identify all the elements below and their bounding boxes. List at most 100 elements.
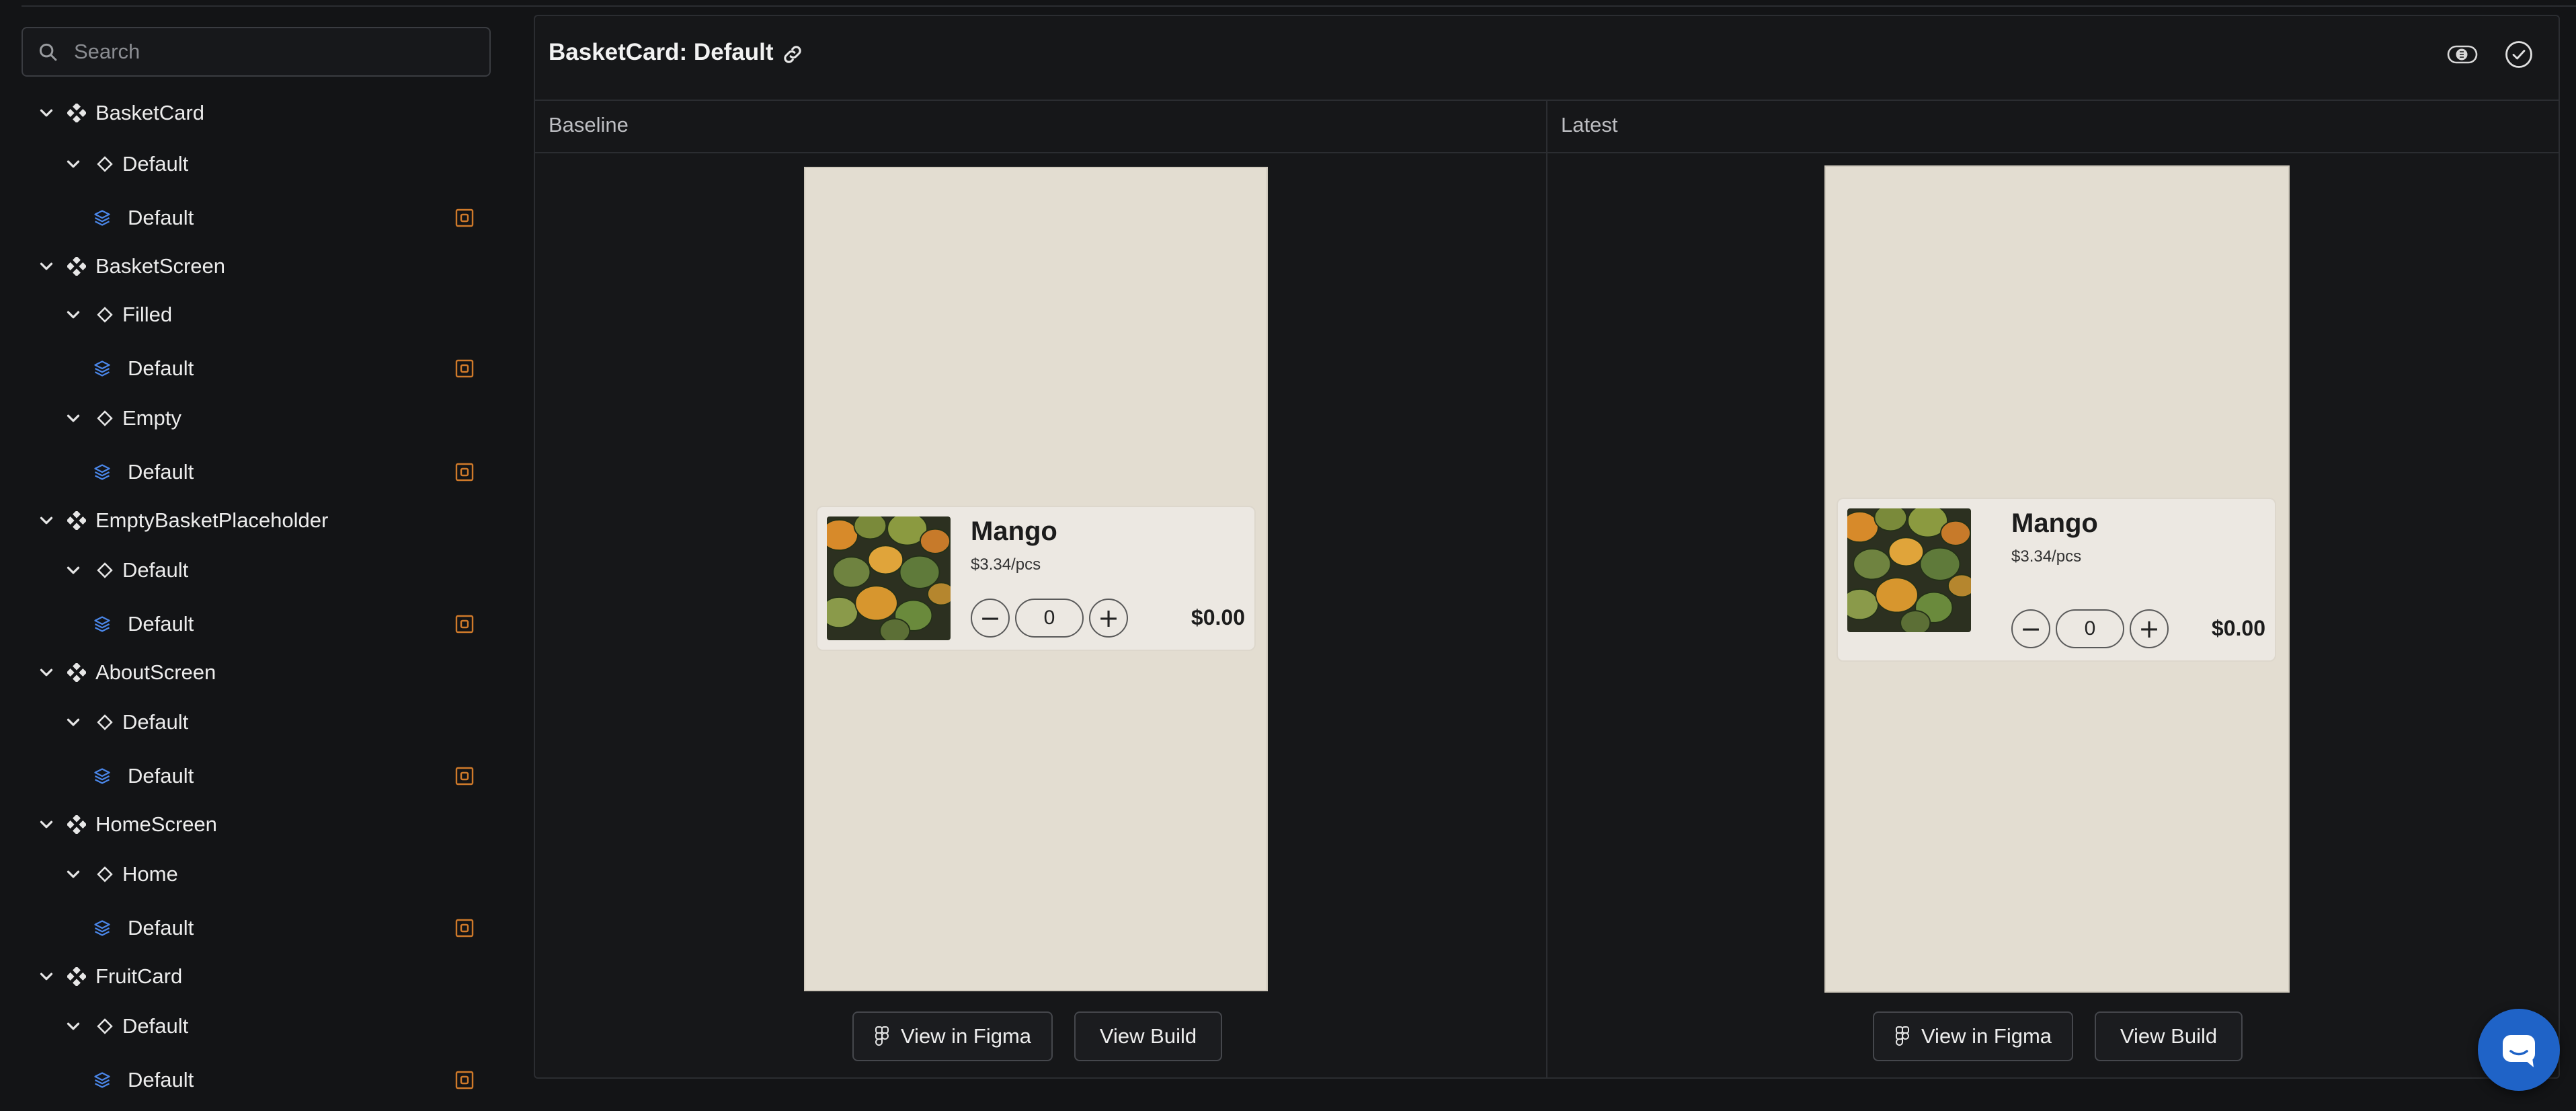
diamond-icon — [97, 410, 113, 426]
view-in-figma-button[interactable]: View in Figma — [1873, 1011, 2073, 1061]
fruit-name: Mango — [971, 516, 1057, 546]
tree-item-label: HomeScreen — [95, 812, 217, 836]
total-price: $0.00 — [1191, 605, 1245, 629]
chat-icon — [2503, 1035, 2535, 1067]
tree-item-level-2[interactable]: Default — [0, 751, 511, 802]
search-icon — [39, 43, 57, 61]
search-box[interactable] — [22, 27, 491, 77]
tree-item-level-1[interactable]: Filled — [0, 289, 511, 340]
chevron-down-icon[interactable] — [63, 560, 83, 580]
layers-icon — [94, 768, 110, 784]
tree-item-level-0[interactable]: FruitCard — [0, 951, 511, 1002]
link-icon[interactable] — [781, 43, 804, 66]
chevron-down-icon[interactable] — [36, 662, 56, 683]
layers-icon — [94, 210, 110, 226]
tree-item-level-0[interactable]: EmptyBasketPlaceholder — [0, 495, 511, 546]
tree-item-label: BasketCard — [95, 101, 204, 124]
baseline-header: Baseline — [535, 100, 1546, 153]
quantity-stepper: − 0 + — [971, 599, 1128, 638]
tree-item-level-2[interactable]: Default — [0, 599, 511, 650]
increment-button[interactable]: + — [2130, 609, 2169, 648]
view-build-button[interactable]: View Build — [1074, 1011, 1222, 1061]
basket-card: Mango $3.34/pcs − 0 + $0.00 — [816, 506, 1256, 651]
sidebar: BasketCard Default Default BasketScreen Fill… — [0, 0, 511, 1111]
tree-item-level-2[interactable]: Default — [0, 447, 511, 498]
total-price: $0.00 — [2211, 616, 2265, 640]
component-icon — [67, 511, 86, 530]
quantity-stepper: − 0 + — [2011, 609, 2169, 648]
tree-item-label: Default — [122, 710, 189, 734]
fruit-price: $3.34/pcs — [2011, 547, 2082, 566]
tree-item-label: Home — [122, 862, 178, 886]
diamond-icon — [97, 562, 113, 578]
component-icon — [67, 104, 86, 122]
chevron-down-icon[interactable] — [63, 305, 83, 325]
layers-icon — [94, 920, 110, 936]
decrement-button[interactable]: − — [2011, 609, 2050, 648]
snapshot-icon — [455, 208, 474, 227]
layers-icon — [94, 1072, 110, 1088]
tree-item-label: Default — [122, 1014, 189, 1038]
tree-item-level-2[interactable]: Default — [0, 192, 511, 243]
tree-item-level-0[interactable]: AboutScreen — [0, 647, 511, 698]
diamond-icon — [97, 156, 113, 172]
tree-item-label: Default — [128, 356, 194, 380]
decrement-button[interactable]: − — [971, 599, 1010, 638]
tree-item-level-1[interactable]: Default — [0, 1001, 511, 1052]
chevron-down-icon[interactable] — [63, 712, 83, 732]
view-build-button[interactable]: View Build — [2095, 1011, 2243, 1061]
tree-item-level-0[interactable]: BasketCard — [0, 87, 511, 139]
tree-item-level-1[interactable]: Default — [0, 139, 511, 190]
tree-item-level-2[interactable]: Default — [0, 903, 511, 954]
figma-icon — [875, 1026, 889, 1046]
diamond-icon — [97, 307, 113, 323]
check-circle-icon[interactable] — [2503, 39, 2534, 70]
tree-item-label: Default — [128, 1068, 194, 1091]
quantity-value: 0 — [2056, 609, 2124, 648]
chevron-down-icon[interactable] — [63, 1016, 83, 1036]
tree-item-level-2[interactable]: Default — [0, 343, 511, 394]
tree-item-level-2[interactable]: Default — [0, 1055, 511, 1106]
chat-button[interactable] — [2478, 1009, 2560, 1091]
search-input[interactable] — [74, 40, 477, 64]
diamond-icon — [97, 714, 113, 730]
chevron-down-icon[interactable] — [63, 408, 83, 428]
chevron-down-icon[interactable] — [36, 814, 56, 835]
latest-header: Latest — [1547, 100, 2560, 153]
snapshot-icon — [455, 919, 474, 937]
tree-item-level-1[interactable]: Default — [0, 545, 511, 596]
tree-item-label: FruitCard — [95, 964, 183, 988]
diamond-icon — [97, 866, 113, 882]
tree-item-label: Default — [128, 764, 194, 788]
tree-item-level-1[interactable]: Home — [0, 849, 511, 900]
diff-toggle-icon[interactable] — [2447, 39, 2478, 70]
tree-item-label: EmptyBasketPlaceholder — [95, 508, 329, 532]
increment-button[interactable]: + — [1089, 599, 1128, 638]
tree-item-level-1[interactable]: Default — [0, 697, 511, 748]
component-icon — [67, 663, 86, 682]
tree-item-label: Default — [128, 612, 194, 636]
tree-item-level-1[interactable]: Empty — [0, 393, 511, 444]
chevron-down-icon[interactable] — [36, 510, 56, 531]
snapshot-icon — [455, 767, 474, 786]
tree-item-level-0[interactable]: HomeScreen — [0, 799, 511, 850]
chevron-down-icon[interactable] — [36, 103, 56, 123]
view-build-label: View Build — [2120, 1024, 2218, 1048]
basket-card: Mango $3.34/pcs − 0 + $0.00 — [1837, 498, 2276, 662]
chevron-down-icon[interactable] — [36, 256, 56, 276]
tree-item-level-0[interactable]: BasketScreen — [0, 241, 511, 292]
tree-item-label: Default — [128, 460, 194, 484]
view-build-label: View Build — [1099, 1024, 1197, 1048]
snapshot-icon — [455, 463, 474, 482]
chevron-down-icon[interactable] — [63, 864, 83, 884]
view-in-figma-label: View in Figma — [1921, 1024, 2052, 1048]
chevron-down-icon[interactable] — [63, 154, 83, 174]
component-icon — [67, 815, 86, 834]
tree-item-label: AboutScreen — [95, 660, 216, 684]
view-in-figma-button[interactable]: View in Figma — [852, 1011, 1053, 1061]
page-title: BasketCard: Default — [549, 39, 774, 65]
tree-item-label: Default — [128, 916, 194, 940]
chevron-down-icon[interactable] — [36, 966, 56, 987]
tree-item-label: Empty — [122, 406, 182, 430]
comparison-panel: BasketCard: Default Baseline Latest Mang… — [534, 15, 2560, 1079]
